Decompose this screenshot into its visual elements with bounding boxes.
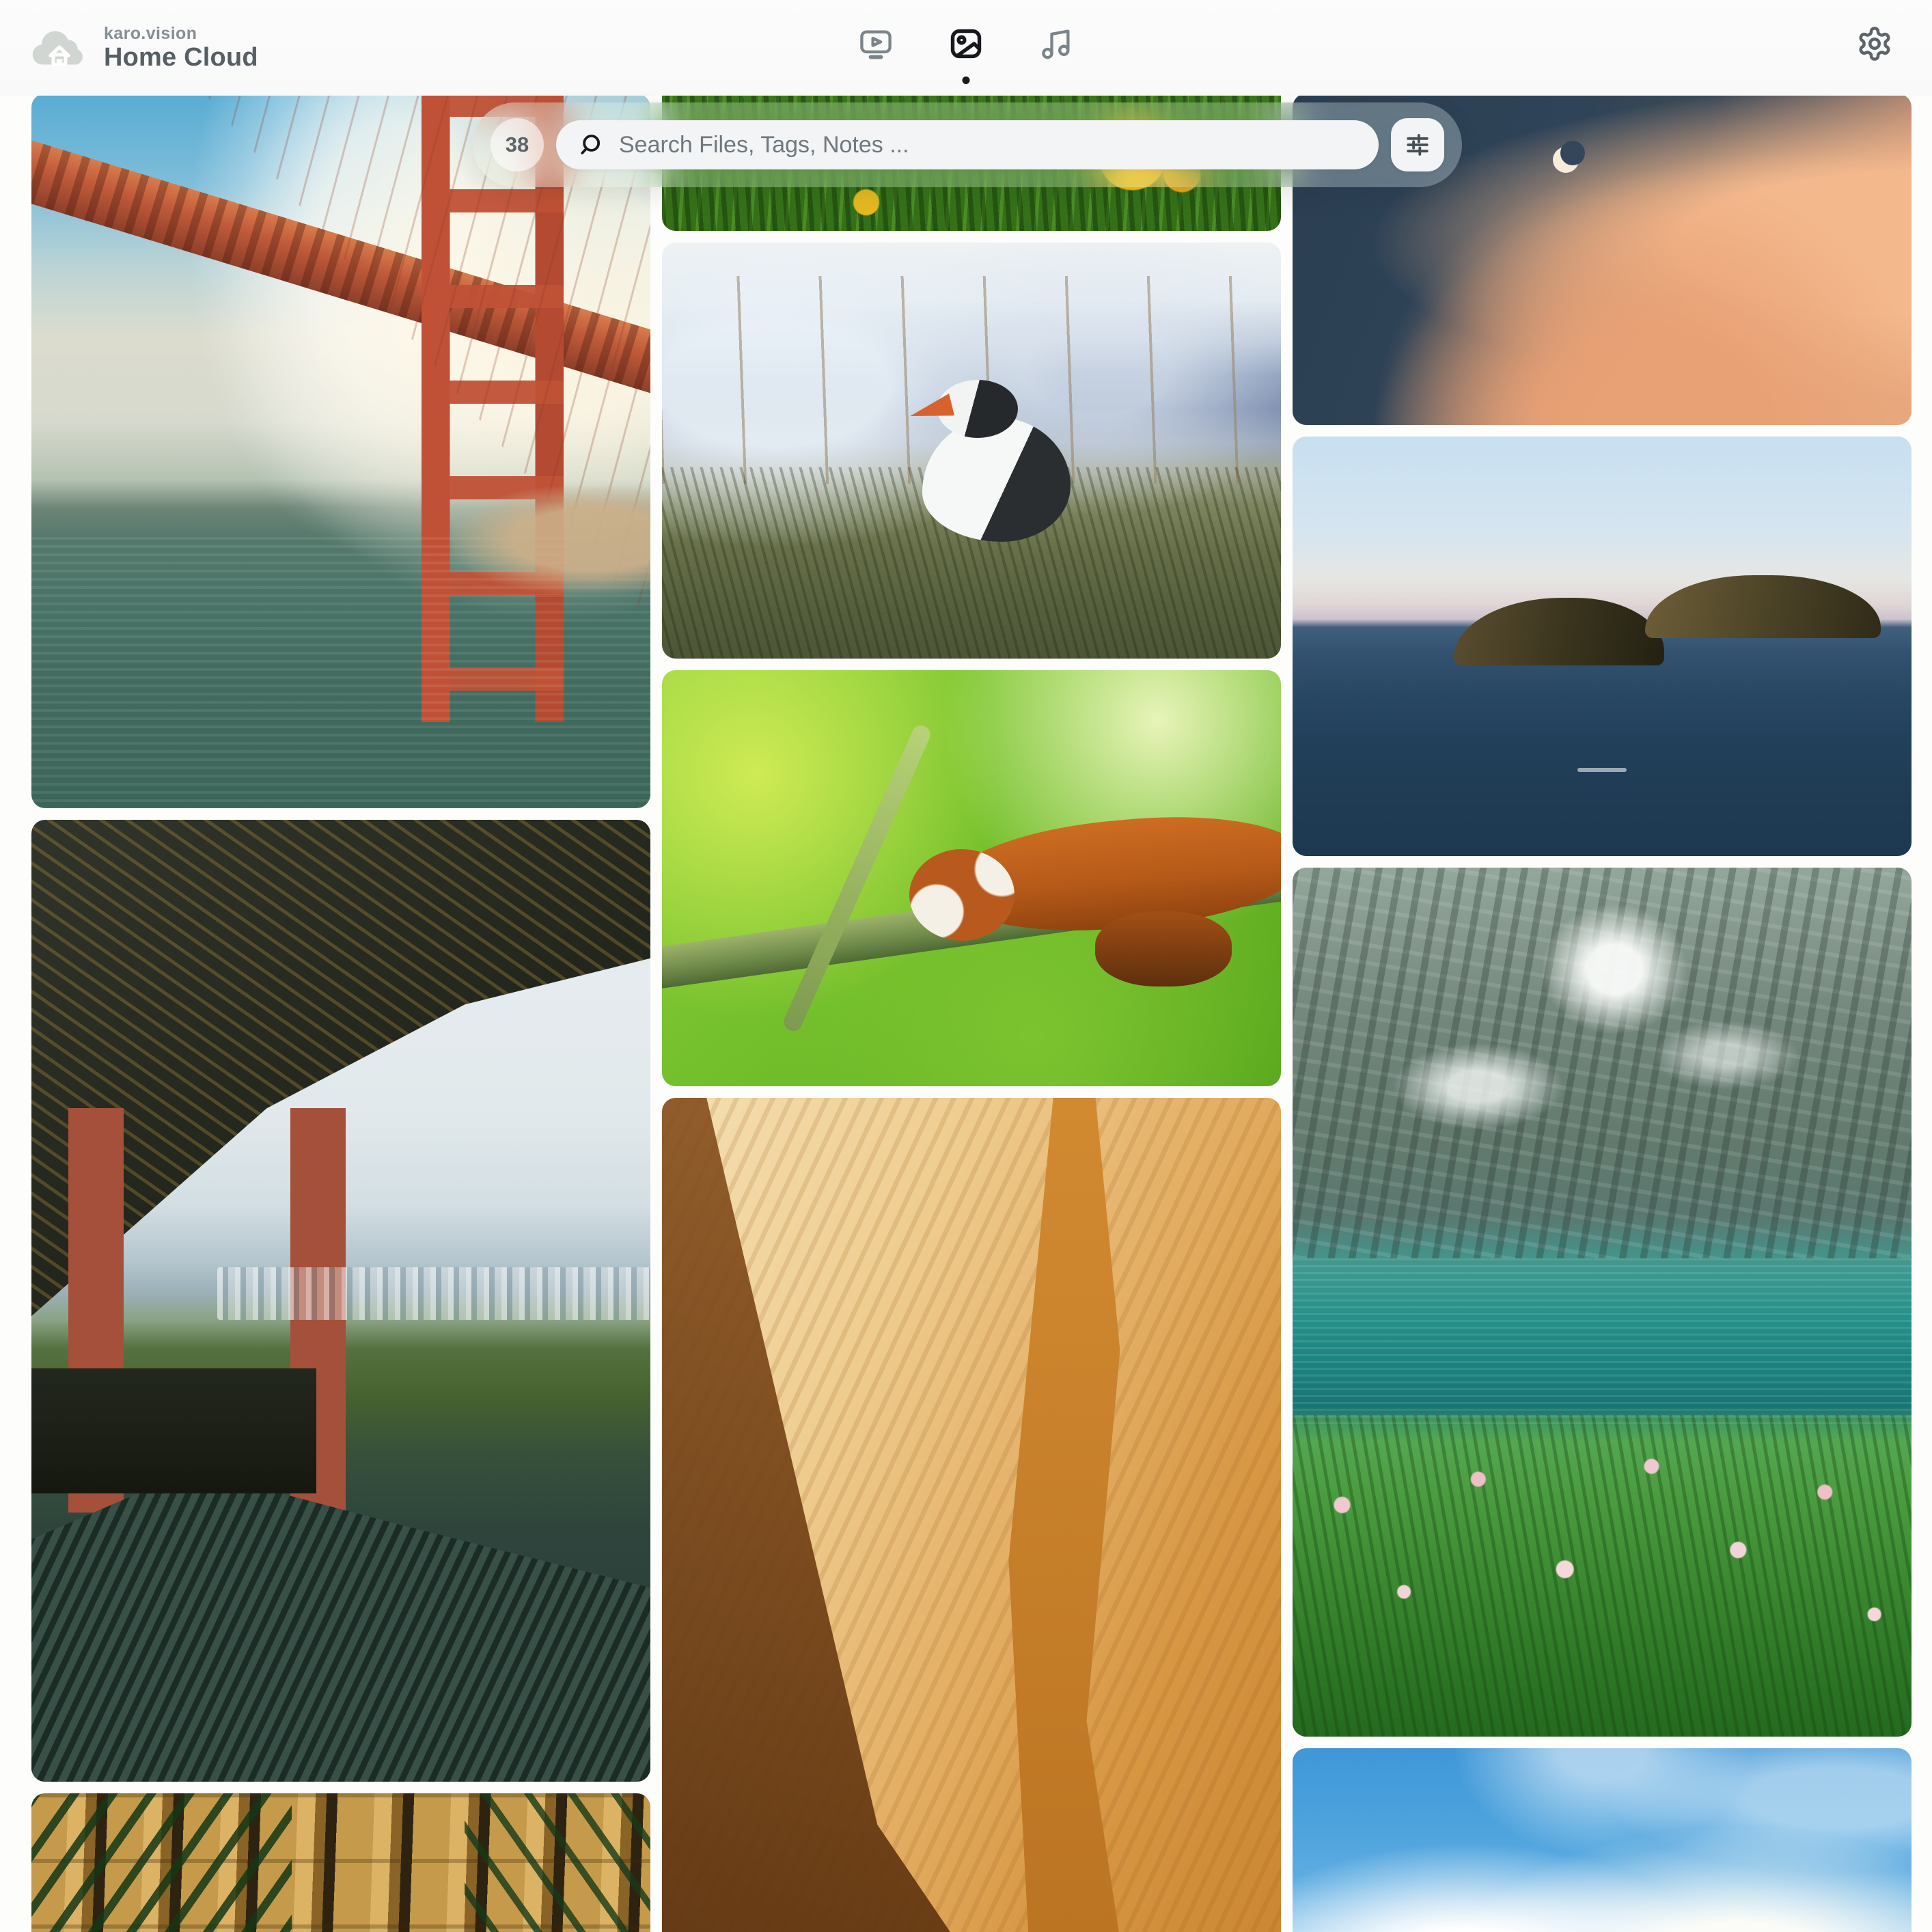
search-capsule: 38 (473, 102, 1462, 187)
nav-videos[interactable] (857, 25, 894, 62)
cloud-home-icon (27, 24, 92, 72)
gear-icon (1856, 25, 1893, 62)
brand-name: karo.vision (104, 24, 258, 43)
music-note-icon (1038, 26, 1074, 61)
results-count-badge: 38 (491, 118, 544, 171)
app-logo: karo.vision Home Cloud (0, 24, 258, 72)
magnifier-icon (577, 131, 604, 158)
gallery-column-3 (1293, 94, 1912, 1932)
media-type-nav (857, 25, 1075, 62)
photo-bamboo-grove[interactable] (31, 1793, 650, 1932)
nav-photos[interactable] (948, 25, 984, 62)
tv-play-icon (858, 26, 894, 61)
photo-puffin[interactable] (662, 243, 1281, 659)
search-input[interactable] (618, 131, 1358, 159)
photo-golden-gate-bridge[interactable] (31, 94, 650, 808)
header-bar: karo.vision Home Cloud (0, 0, 1932, 96)
app-window: karo.vision Home Cloud (0, 0, 1932, 1932)
filter-button[interactable] (1391, 118, 1444, 171)
photo-red-panda[interactable] (662, 670, 1281, 1086)
nav-music[interactable] (1038, 25, 1075, 62)
photo-ocean-islands[interactable] (1293, 437, 1912, 856)
app-titles: karo.vision Home Cloud (104, 24, 258, 72)
photo-sandstone-canyon[interactable] (662, 1098, 1281, 1932)
settings-button[interactable] (1855, 25, 1894, 63)
gallery-column-2 (662, 0, 1281, 1932)
photo-chinese-pavilion[interactable] (31, 820, 650, 1782)
photo-blue-sky[interactable] (1293, 1748, 1912, 1932)
sliders-icon (1403, 130, 1433, 160)
gallery-column-1 (31, 94, 650, 1932)
image-icon (948, 26, 984, 61)
search-field[interactable] (556, 120, 1379, 169)
page-title: Home Cloud (104, 43, 258, 72)
photo-mountain-lake[interactable] (1293, 868, 1912, 1737)
